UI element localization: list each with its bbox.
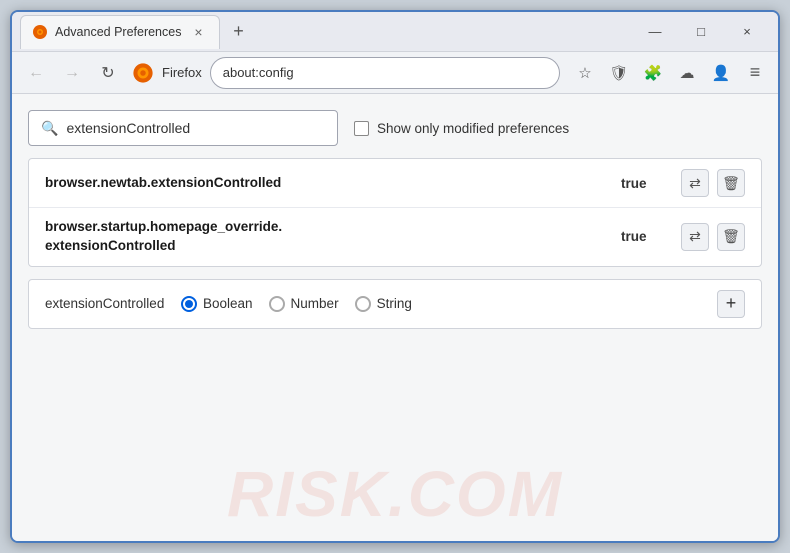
nav-icons: ☆ 🛡 🧩 ☁ 👤 ≡ bbox=[570, 58, 770, 88]
radio-boolean[interactable]: Boolean bbox=[181, 296, 253, 312]
row-actions-2: ⇄ 🗑 bbox=[681, 223, 745, 251]
menu-button[interactable]: ≡ bbox=[740, 58, 770, 88]
firefox-logo bbox=[132, 62, 154, 84]
bookmark-icon[interactable]: ☆ bbox=[570, 58, 600, 88]
radio-boolean-outer bbox=[181, 296, 197, 312]
radio-string-outer bbox=[355, 296, 371, 312]
address-bar[interactable]: about:config bbox=[210, 57, 560, 89]
table-row: browser.newtab.extensionControlled true … bbox=[29, 159, 761, 208]
pref-name-2: browser.startup.homepage_override.extens… bbox=[45, 218, 621, 256]
address-text: about:config bbox=[223, 65, 547, 80]
show-modified-label: Show only modified preferences bbox=[377, 121, 569, 136]
new-tab-button[interactable]: + bbox=[224, 18, 252, 46]
radio-number-outer bbox=[269, 296, 285, 312]
sync-icon[interactable]: ☁ bbox=[672, 58, 702, 88]
row-actions-1: ⇄ 🗑 bbox=[681, 169, 745, 197]
radio-boolean-label: Boolean bbox=[203, 296, 253, 311]
tab-label: Advanced Preferences bbox=[55, 25, 181, 39]
search-icon: 🔍 bbox=[41, 120, 58, 137]
radio-string[interactable]: String bbox=[355, 296, 412, 312]
shield-icon[interactable]: 🛡 bbox=[604, 58, 634, 88]
close-window-button[interactable]: × bbox=[724, 16, 770, 48]
title-bar: Advanced Preferences × + — □ × bbox=[12, 12, 778, 52]
show-modified-checkbox-area[interactable]: Show only modified preferences bbox=[354, 121, 569, 136]
refresh-button[interactable]: ↻ bbox=[92, 57, 124, 89]
search-area: 🔍 extensionControlled Show only modified… bbox=[28, 110, 762, 146]
radio-boolean-inner bbox=[185, 300, 193, 308]
table-row: browser.startup.homepage_override.extens… bbox=[29, 208, 761, 266]
tab-favicon bbox=[33, 25, 47, 39]
add-pref-name: extensionControlled bbox=[45, 296, 165, 311]
search-box[interactable]: 🔍 extensionControlled bbox=[28, 110, 338, 146]
delete-button-1[interactable]: 🗑 bbox=[717, 169, 745, 197]
account-icon[interactable]: 👤 bbox=[706, 58, 736, 88]
browser-tab[interactable]: Advanced Preferences × bbox=[20, 15, 220, 49]
delete-button-2[interactable]: 🗑 bbox=[717, 223, 745, 251]
search-input-value: extensionControlled bbox=[66, 120, 325, 136]
maximize-button[interactable]: □ bbox=[678, 16, 724, 48]
add-pref-area: extensionControlled Boolean Number bbox=[28, 279, 762, 329]
window-controls: — □ × bbox=[632, 16, 770, 48]
swap-button-2[interactable]: ⇄ bbox=[681, 223, 709, 251]
results-table: browser.newtab.extensionControlled true … bbox=[28, 158, 762, 267]
extension-icon[interactable]: 🧩 bbox=[638, 58, 668, 88]
radio-string-label: String bbox=[377, 296, 412, 311]
swap-button-1[interactable]: ⇄ bbox=[681, 169, 709, 197]
tab-close-button[interactable]: × bbox=[189, 23, 207, 41]
pref-value-2: true bbox=[621, 229, 661, 244]
minimize-button[interactable]: — bbox=[632, 16, 678, 48]
pref-name-1: browser.newtab.extensionControlled bbox=[45, 174, 621, 193]
browser-window: Advanced Preferences × + — □ × ← → ↻ Fir… bbox=[10, 10, 780, 543]
forward-button[interactable]: → bbox=[56, 57, 88, 89]
nav-bar: ← → ↻ Firefox about:config ☆ 🛡 🧩 ☁ 👤 ≡ bbox=[12, 52, 778, 94]
radio-number[interactable]: Number bbox=[269, 296, 339, 312]
radio-group: Boolean Number String bbox=[181, 296, 701, 312]
page-content: RISK.COM 🔍 extensionControlled Show only… bbox=[12, 94, 778, 541]
pref-value-1: true bbox=[621, 176, 661, 191]
browser-name-label: Firefox bbox=[162, 65, 202, 80]
radio-number-label: Number bbox=[291, 296, 339, 311]
back-button[interactable]: ← bbox=[20, 57, 52, 89]
add-preference-button[interactable]: + bbox=[717, 290, 745, 318]
watermark: RISK.COM bbox=[227, 457, 563, 531]
show-modified-checkbox[interactable] bbox=[354, 121, 369, 136]
